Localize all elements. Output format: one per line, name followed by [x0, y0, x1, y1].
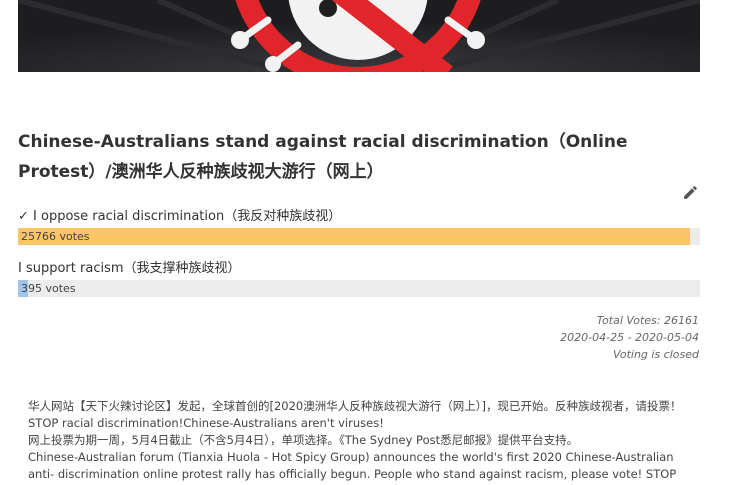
description-line: 华人网站【天下火辣讨论区】发起，全球首创的[2020澳洲华人反种族歧视大游行（网…: [28, 399, 682, 430]
total-votes: Total Votes: 26161: [596, 314, 699, 327]
poll-option[interactable]: I support racism（我支撑种族歧视） 395 votes: [18, 260, 700, 297]
voting-status: Voting is closed: [612, 348, 699, 361]
poll-option[interactable]: ✓ I oppose racial discrimination（我反对种族歧视…: [18, 208, 700, 245]
vote-bar-fill: [18, 228, 690, 245]
no-virus-icon: [18, 0, 700, 72]
poll-title: Chinese-Australians stand against racial…: [18, 132, 628, 182]
poll-option-label: ✓ I oppose racial discrimination（我反对种族歧视…: [18, 209, 342, 224]
description-line: Chinese-Australian forum (Tianxia Huola …: [28, 450, 677, 481]
vote-count: 25766 votes: [21, 230, 90, 243]
banner-image: [18, 0, 700, 72]
vote-bar: 25766 votes: [18, 228, 700, 245]
poll-option-label: I support racism（我支撑种族歧视）: [18, 261, 241, 276]
vote-bar: 395 votes: [18, 280, 700, 297]
pencil-icon[interactable]: [682, 184, 699, 201]
poll-meta: Total Votes: 26161 2020-04-25 - 2020-05-…: [560, 312, 699, 363]
vote-count: 395 votes: [21, 282, 76, 295]
description-line: 网上投票为期一周，5月4日截止（不含5月4日），单项选择。《The Sydney…: [28, 433, 579, 447]
poll-description: 华人网站【天下火辣讨论区】发起，全球首创的[2020澳洲华人反种族歧视大游行（网…: [28, 398, 698, 483]
date-range: 2020-04-25 - 2020-05-04: [560, 331, 699, 344]
